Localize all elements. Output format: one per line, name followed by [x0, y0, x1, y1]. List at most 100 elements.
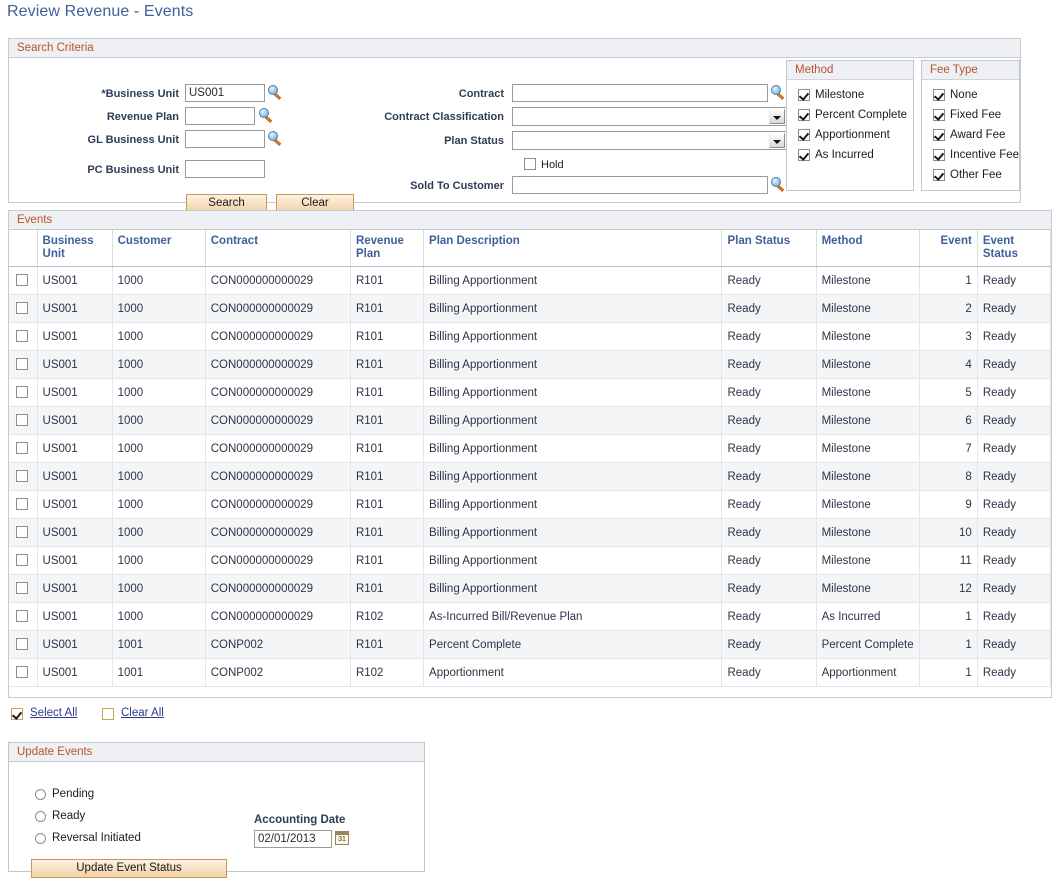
- cell-customer: 1000: [112, 295, 205, 323]
- fee-type-other-fee-checkbox[interactable]: [933, 169, 945, 181]
- cell-business-unit: US001: [37, 267, 112, 295]
- chevron-down-icon[interactable]: [769, 133, 785, 148]
- revenue-plan-lookup-icon[interactable]: [259, 108, 274, 123]
- fee-type-option-none[interactable]: None: [922, 86, 1019, 106]
- row-select-checkbox[interactable]: [16, 470, 28, 482]
- cell-contract: CON000000000029: [205, 351, 350, 379]
- row-select-checkbox[interactable]: [16, 386, 28, 398]
- fee-type-award-fee-checkbox[interactable]: [933, 129, 945, 141]
- row-select-checkbox[interactable]: [16, 442, 28, 454]
- fee-type-option-incentive-fee[interactable]: Incentive Fee: [922, 146, 1019, 166]
- col-event[interactable]: Event: [919, 230, 977, 267]
- cell-business-unit: US001: [37, 575, 112, 603]
- row-select-cell: [9, 323, 37, 351]
- method-milestone-checkbox[interactable]: [798, 89, 810, 101]
- row-select-checkbox[interactable]: [16, 330, 28, 342]
- contract-input[interactable]: [512, 84, 768, 102]
- hold-checkbox[interactable]: [524, 158, 536, 170]
- cell-plan-status: Ready: [722, 351, 816, 379]
- cell-customer: 1000: [112, 323, 205, 351]
- cell-revenue-plan: R101: [350, 407, 423, 435]
- fee-type-option-other-fee[interactable]: Other Fee: [922, 166, 1019, 186]
- cell-event: 3: [919, 323, 977, 351]
- fee-type-incentive-fee-label: Incentive Fee: [950, 148, 1019, 162]
- cell-customer: 1000: [112, 463, 205, 491]
- calendar-icon-day: 31: [336, 835, 348, 844]
- business-unit-input[interactable]: [185, 84, 265, 102]
- row-select-checkbox[interactable]: [16, 498, 28, 510]
- cell-revenue-plan: R101: [350, 519, 423, 547]
- col-customer[interactable]: Customer: [112, 230, 205, 267]
- method-percent-complete-checkbox[interactable]: [798, 109, 810, 121]
- page-title: Review Revenue - Events: [7, 3, 193, 21]
- fee-type-incentive-fee-checkbox[interactable]: [933, 149, 945, 161]
- cell-customer: 1000: [112, 519, 205, 547]
- fee-type-fixed-fee-checkbox[interactable]: [933, 109, 945, 121]
- method-panel-header: Method: [787, 61, 913, 80]
- cell-event-status: Ready: [977, 323, 1050, 351]
- cell-plan-status: Ready: [722, 435, 816, 463]
- row-select-checkbox[interactable]: [16, 358, 28, 370]
- calendar-icon[interactable]: 31: [335, 831, 349, 845]
- row-select-checkbox[interactable]: [16, 554, 28, 566]
- row-select-checkbox[interactable]: [16, 610, 28, 622]
- row-select-checkbox[interactable]: [16, 302, 28, 314]
- method-apportionment-checkbox[interactable]: [798, 129, 810, 141]
- method-option-percent-complete[interactable]: Percent Complete: [787, 106, 913, 126]
- select-all-label[interactable]: Select All: [30, 707, 77, 719]
- method-panel: Method Milestone Percent Complete Apport…: [786, 60, 914, 191]
- status-radio-ready[interactable]: [35, 811, 46, 822]
- col-method[interactable]: Method: [816, 230, 919, 267]
- row-select-checkbox[interactable]: [16, 526, 28, 538]
- gl-business-unit-input[interactable]: [185, 130, 265, 148]
- method-option-as-incurred[interactable]: As Incurred: [787, 146, 913, 166]
- cell-method: Milestone: [816, 407, 919, 435]
- chevron-down-icon[interactable]: [769, 109, 785, 124]
- update-event-status-button[interactable]: Update Event Status: [31, 859, 227, 878]
- cell-business-unit: US001: [37, 547, 112, 575]
- row-select-checkbox[interactable]: [16, 582, 28, 594]
- business-unit-lookup-icon[interactable]: [268, 85, 283, 100]
- fee-type-option-fixed-fee[interactable]: Fixed Fee: [922, 106, 1019, 126]
- method-option-milestone[interactable]: Milestone: [787, 86, 913, 106]
- status-radio-pending[interactable]: [35, 789, 46, 800]
- revenue-plan-label: Revenue Plan: [49, 110, 179, 124]
- col-plan-description[interactable]: Plan Description: [424, 230, 722, 267]
- method-as-incurred-checkbox[interactable]: [798, 149, 810, 161]
- row-select-checkbox[interactable]: [16, 638, 28, 650]
- col-revenue-plan[interactable]: Revenue Plan: [350, 230, 423, 267]
- row-select-checkbox[interactable]: [16, 414, 28, 426]
- cell-customer: 1000: [112, 435, 205, 463]
- pc-business-unit-input[interactable]: [185, 160, 265, 178]
- row-select-checkbox[interactable]: [16, 274, 28, 286]
- accounting-date-input[interactable]: [254, 830, 332, 848]
- clear-all-label[interactable]: Clear All: [121, 707, 164, 719]
- sold-to-customer-input[interactable]: [512, 176, 768, 194]
- cell-event: 1: [919, 659, 977, 687]
- row-select-checkbox[interactable]: [16, 666, 28, 678]
- col-plan-status[interactable]: Plan Status: [722, 230, 816, 267]
- cell-event: 9: [919, 491, 977, 519]
- plan-status-select[interactable]: [512, 131, 787, 150]
- accounting-date-label: Accounting Date: [254, 814, 345, 826]
- method-option-apportionment[interactable]: Apportionment: [787, 126, 913, 146]
- hold-label: Hold: [541, 158, 564, 172]
- sold-to-customer-lookup-icon[interactable]: [771, 177, 786, 192]
- clear-all-checkbox[interactable]: [102, 708, 114, 720]
- cell-plan-status: Ready: [722, 295, 816, 323]
- contract-lookup-icon[interactable]: [771, 85, 786, 100]
- fee-type-option-award-fee[interactable]: Award Fee: [922, 126, 1019, 146]
- cell-revenue-plan: R101: [350, 463, 423, 491]
- cell-event: 7: [919, 435, 977, 463]
- col-contract[interactable]: Contract: [205, 230, 350, 267]
- contract-classification-select[interactable]: [512, 107, 787, 126]
- gl-business-unit-lookup-icon[interactable]: [268, 131, 283, 146]
- select-all-checkbox[interactable]: [11, 708, 23, 720]
- fee-type-none-checkbox[interactable]: [933, 89, 945, 101]
- revenue-plan-input[interactable]: [185, 107, 255, 125]
- row-select-cell: [9, 659, 37, 687]
- cell-business-unit: US001: [37, 659, 112, 687]
- status-radio-reversal-initiated[interactable]: [35, 833, 46, 844]
- col-business-unit[interactable]: Business Unit: [37, 230, 112, 267]
- col-event-status[interactable]: Event Status: [977, 230, 1050, 267]
